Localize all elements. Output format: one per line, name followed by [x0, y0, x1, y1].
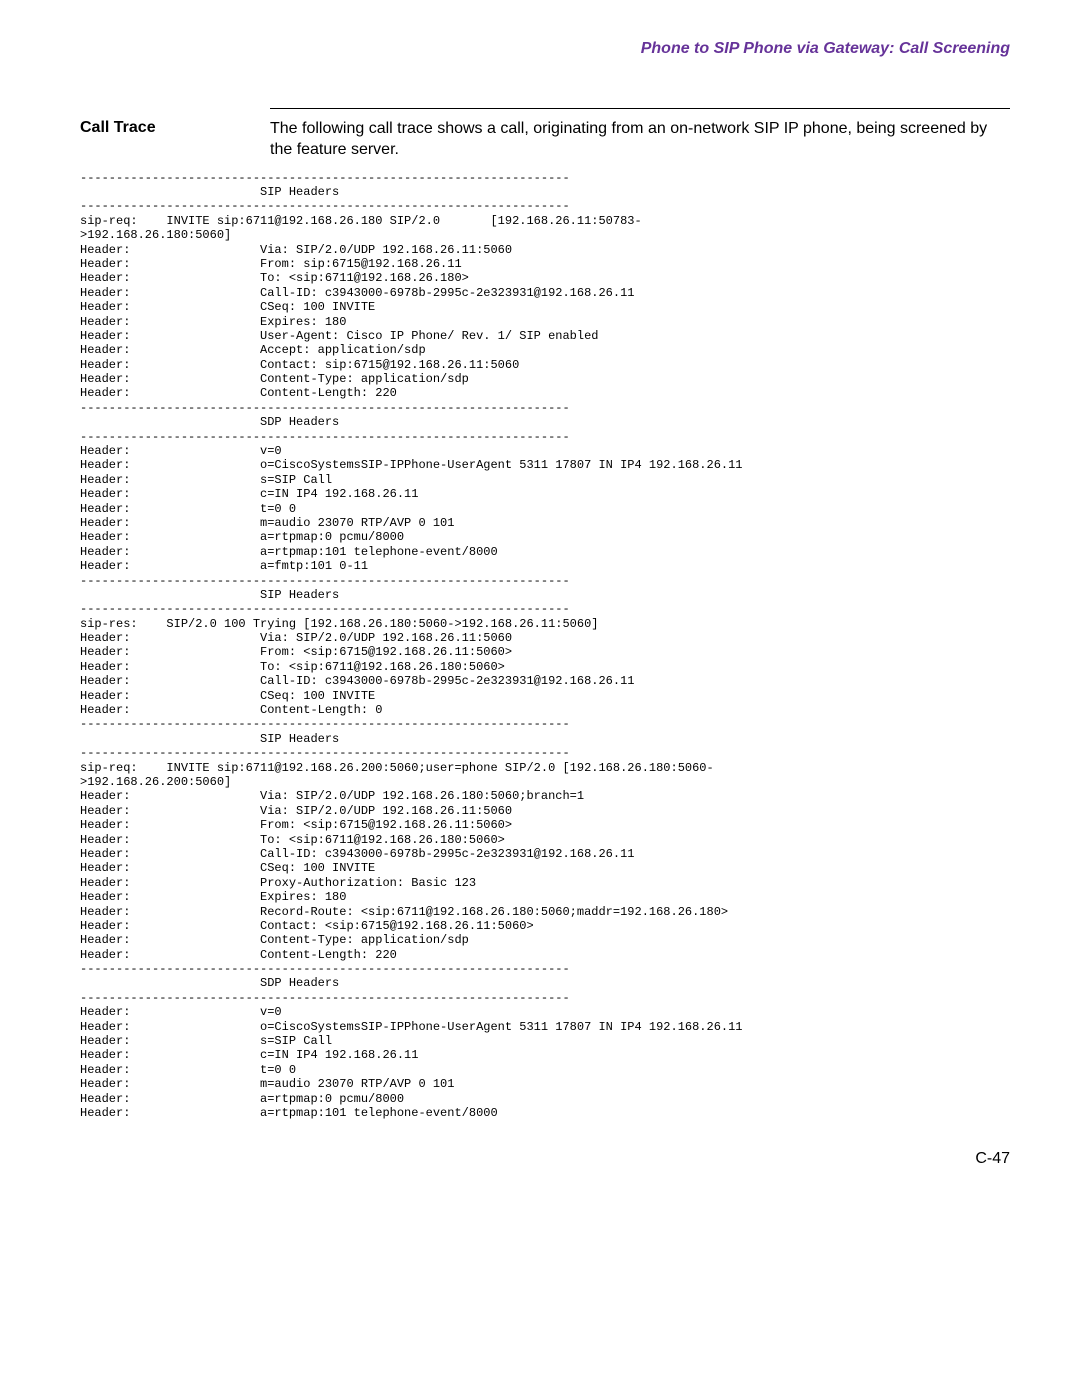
page-header-title: Phone to SIP Phone via Gateway: Call Scr…	[80, 40, 1010, 58]
page-number: C-47	[80, 1150, 1010, 1168]
section-row: Call Trace The following call trace show…	[80, 119, 1010, 161]
section-label: Call Trace	[80, 119, 270, 137]
call-trace-block: ----------------------------------------…	[80, 171, 1010, 1121]
section-text: The following call trace shows a call, o…	[270, 119, 1010, 161]
divider	[270, 108, 1010, 109]
